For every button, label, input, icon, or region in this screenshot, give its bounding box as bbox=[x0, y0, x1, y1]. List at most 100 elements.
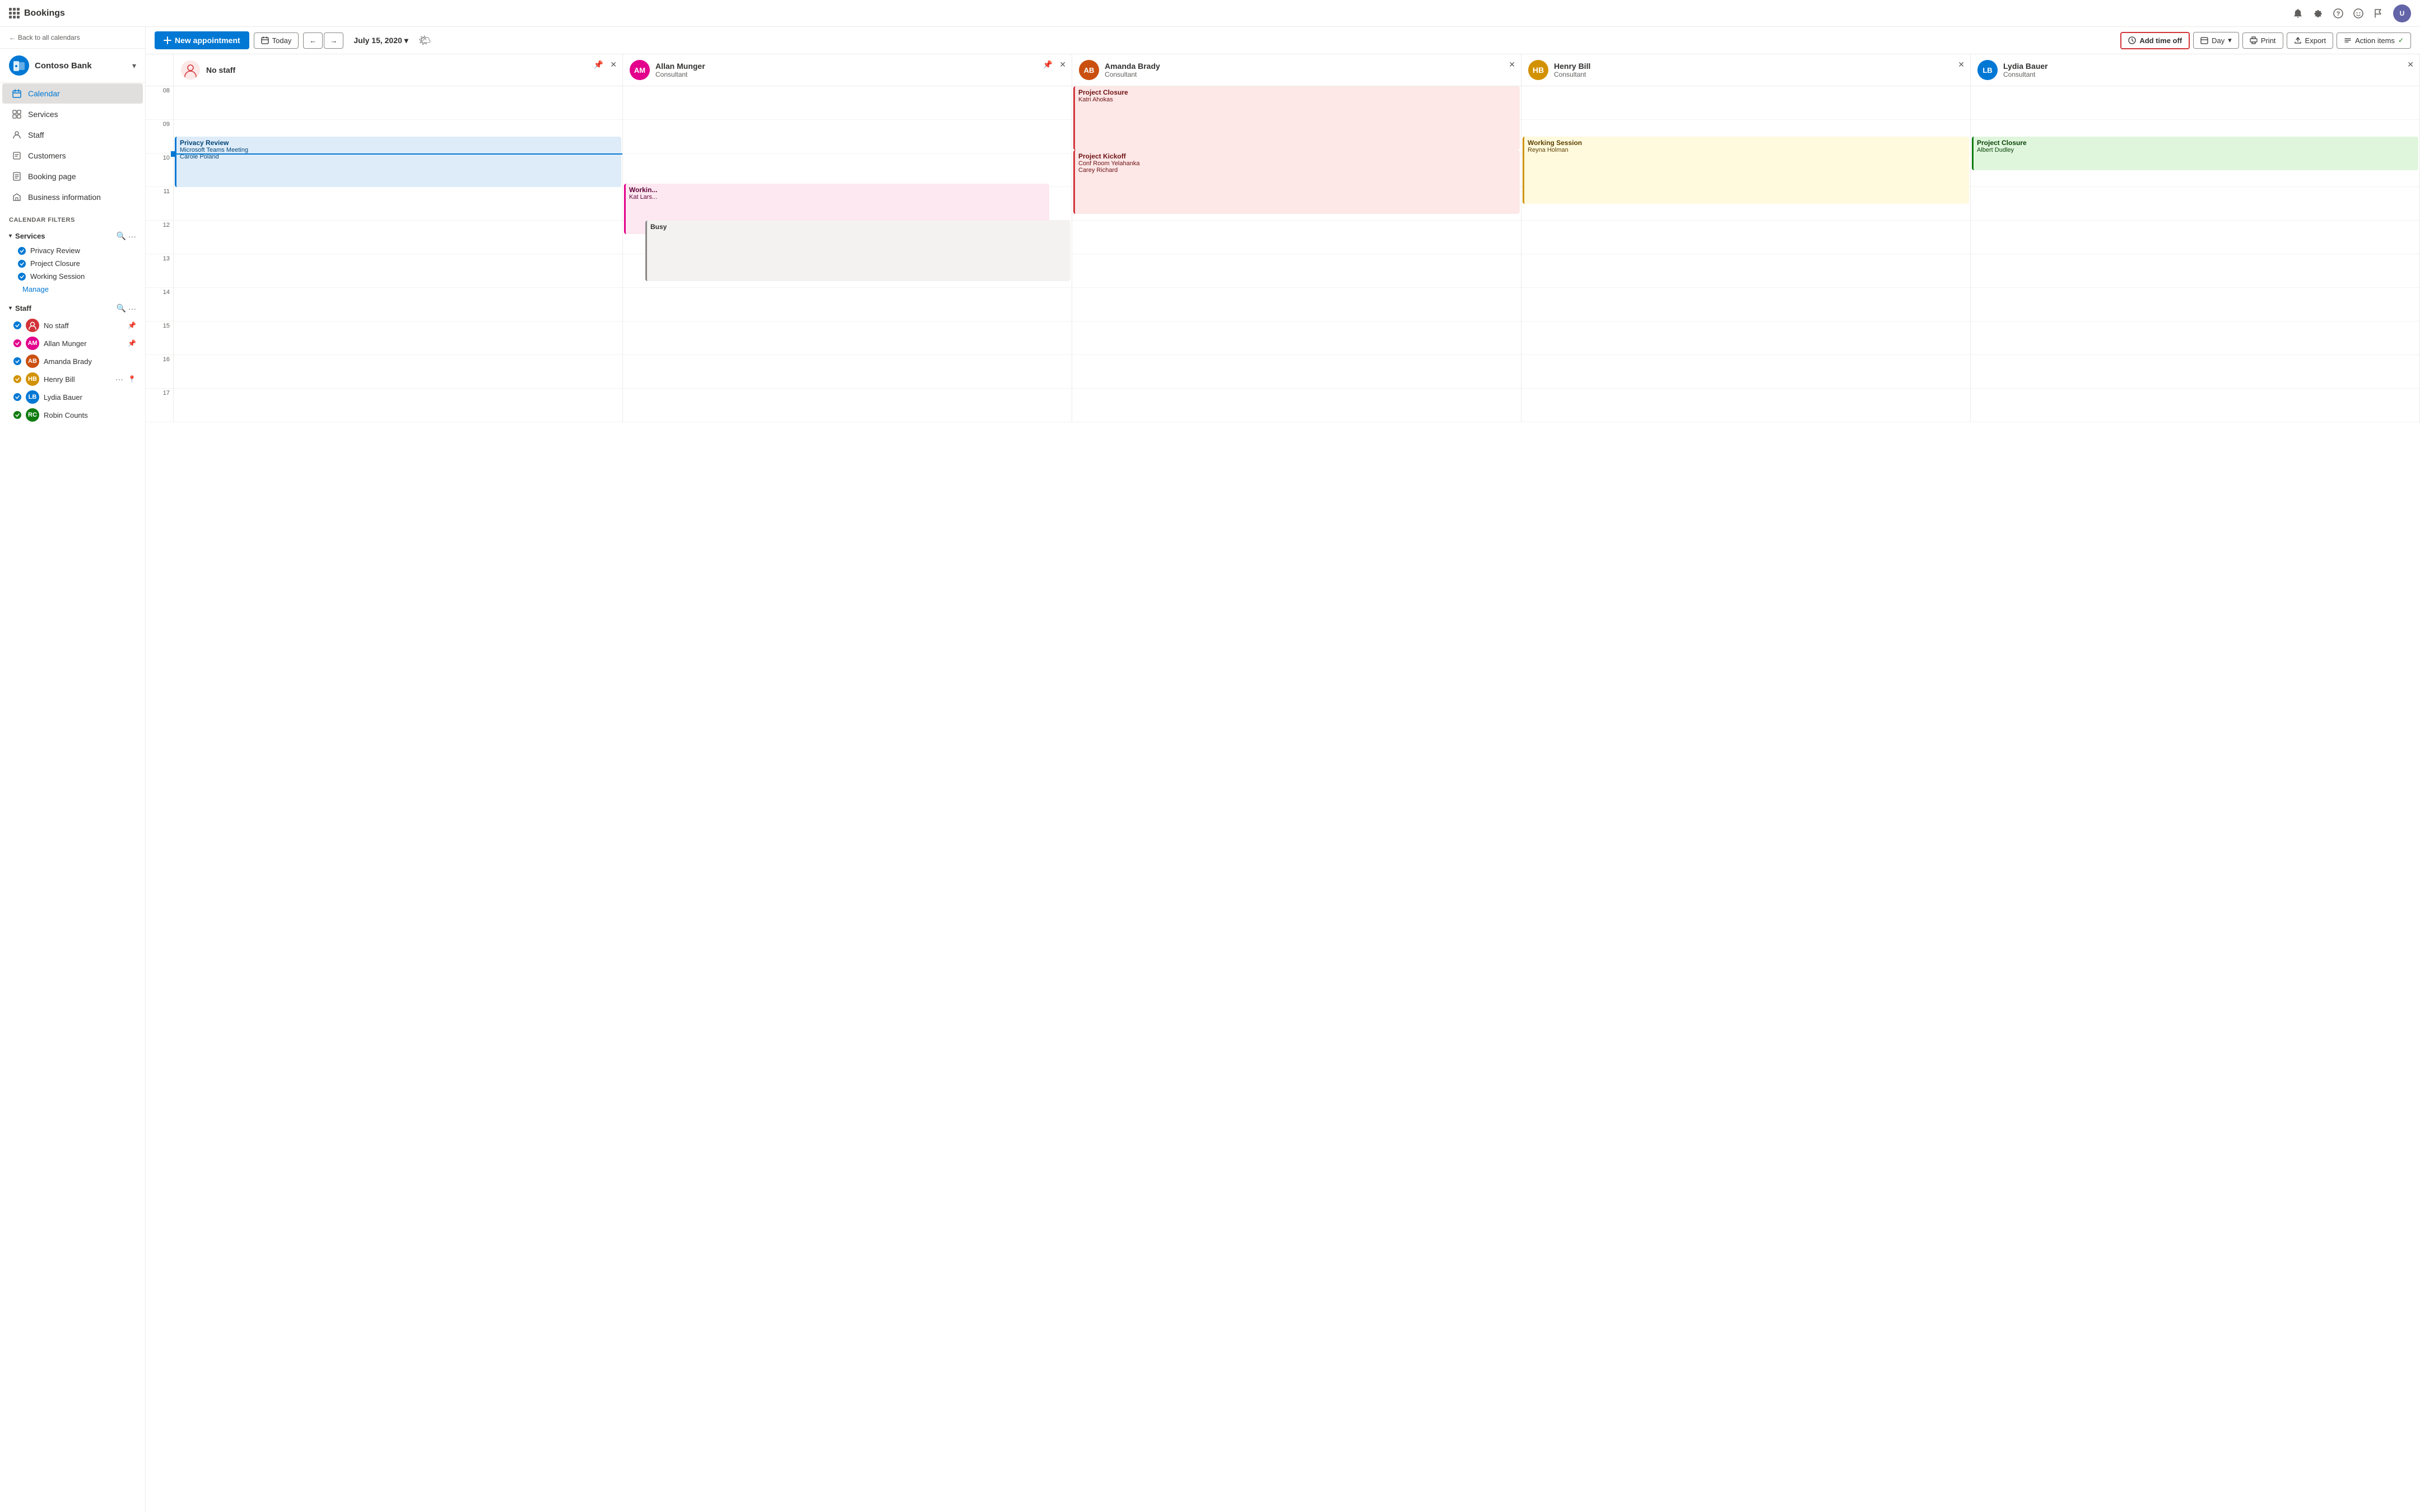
prev-button[interactable]: ← bbox=[303, 32, 323, 49]
flag-icon[interactable] bbox=[2373, 8, 2384, 19]
event-project-closure-amanda[interactable]: Project Closure Katri Ahokas bbox=[1073, 86, 1520, 150]
search-services-icon[interactable]: 🔍 bbox=[117, 231, 126, 241]
henry-col-avatar: HB bbox=[1528, 60, 1548, 80]
event-title: Busy bbox=[650, 223, 1067, 231]
filter-project-closure[interactable]: Project Closure bbox=[4, 257, 141, 270]
service-check-icon bbox=[18, 273, 26, 281]
event-busy-allan[interactable]: Busy bbox=[645, 221, 1071, 281]
staff-filter-lydia[interactable]: LB Lydia Bauer bbox=[4, 388, 141, 406]
henry-pin-outline-icon[interactable]: 📍 bbox=[128, 375, 136, 383]
close-no-staff-button[interactable]: ✕ bbox=[609, 59, 618, 71]
business-info-nav-icon bbox=[11, 192, 22, 203]
nav-item-customers[interactable]: Customers bbox=[2, 146, 143, 166]
manage-services-link[interactable]: Manage bbox=[4, 283, 141, 296]
user-avatar[interactable]: U bbox=[2393, 4, 2411, 22]
event-project-kickoff[interactable]: Project Kickoff Conf Room Yelahanka Care… bbox=[1073, 150, 1520, 214]
nav-item-calendar[interactable]: Calendar bbox=[2, 83, 143, 104]
data-columns: Privacy Review Microsoft Teams Meeting C… bbox=[174, 86, 2420, 422]
calendar-scroll[interactable]: 08 09 10 11 12 13 14 15 16 17 bbox=[146, 86, 2420, 1512]
nav-item-business-info[interactable]: Business information bbox=[2, 187, 143, 207]
top-bar-left: Bookings bbox=[9, 8, 65, 18]
more-services-icon[interactable]: ··· bbox=[128, 232, 136, 241]
time-slot-08: 08 bbox=[146, 86, 173, 120]
close-amanda-button[interactable]: ✕ bbox=[1507, 59, 1516, 71]
staff-filter-henry[interactable]: HB Henry Bill ··· 📍 bbox=[4, 370, 141, 388]
new-appointment-button[interactable]: New appointment bbox=[155, 31, 249, 49]
close-lydia-button[interactable]: ✕ bbox=[2406, 59, 2415, 71]
waffle-icon[interactable] bbox=[9, 8, 20, 18]
close-allan-button[interactable]: ✕ bbox=[1058, 59, 1067, 71]
org-chevron-icon[interactable]: ▾ bbox=[132, 61, 136, 71]
staff-check-icon bbox=[13, 375, 21, 383]
gear-icon[interactable] bbox=[2312, 8, 2324, 19]
date-chevron-icon: ▾ bbox=[404, 36, 408, 45]
search-staff-icon[interactable]: 🔍 bbox=[117, 304, 126, 313]
today-button[interactable]: Today bbox=[254, 32, 299, 49]
top-bar-right: ? U bbox=[2292, 4, 2411, 22]
services-filter-group: ▾ Services 🔍 ··· Privacy Review Project bbox=[0, 226, 145, 298]
add-time-off-button[interactable]: Add time off bbox=[2120, 32, 2190, 49]
pin-allan-button[interactable]: 📌 bbox=[1042, 59, 1054, 71]
amanda-col-avatar: AB bbox=[1079, 60, 1099, 80]
event-project-closure-lydia[interactable]: Project Closure Albert Dudley bbox=[1972, 137, 2418, 170]
staff-check-icon bbox=[13, 357, 21, 365]
main-content: New appointment Today ← → July 15, 2020 … bbox=[146, 27, 2420, 1512]
sidebar: ← Back to all calendars Contoso Bank ▾ C… bbox=[0, 27, 146, 1512]
amanda-col-role: Consultant bbox=[1105, 71, 1160, 78]
more-staff-icon[interactable]: ··· bbox=[128, 304, 136, 313]
data-col-allan[interactable]: Workin... Kat Lars... Busy bbox=[623, 86, 1072, 422]
event-title: Project Kickoff bbox=[1078, 152, 1516, 160]
pin-no-staff-button[interactable]: 📌 bbox=[593, 59, 604, 71]
smiley-icon[interactable] bbox=[2353, 8, 2364, 19]
staff-filter-no-staff[interactable]: No staff 📌 bbox=[4, 316, 141, 334]
day-view-button[interactable]: Day ▾ bbox=[2193, 32, 2239, 49]
staff-filter-group: ▾ Staff 🔍 ··· No staff 📌 bbox=[0, 298, 145, 426]
data-col-lydia[interactable]: Project Closure Albert Dudley bbox=[1971, 86, 2420, 422]
no-staff-pin-icon[interactable]: 📌 bbox=[128, 321, 136, 329]
back-link[interactable]: ← Back to all calendars bbox=[9, 34, 136, 41]
staff-col-header-allan: 📌 ✕ AM Allan Munger Consultant bbox=[623, 54, 1072, 86]
staff-filter-allan[interactable]: AM Allan Munger 📌 bbox=[4, 334, 141, 352]
lydia-col-name: Lydia Bauer bbox=[2003, 62, 2048, 71]
henry-col-name: Henry Bill bbox=[1554, 62, 1590, 71]
staff-check-icon bbox=[13, 393, 21, 401]
allan-avatar: AM bbox=[26, 337, 39, 350]
print-button[interactable]: Print bbox=[2242, 32, 2283, 49]
event-title: Working Session bbox=[1528, 139, 1966, 147]
bell-icon[interactable] bbox=[2292, 8, 2303, 19]
time-gutter-header bbox=[146, 54, 174, 86]
calendar-grid: 08 09 10 11 12 13 14 15 16 17 bbox=[146, 86, 2420, 422]
event-working-session-henry[interactable]: Working Session Reyna Holman bbox=[1523, 137, 1969, 204]
staff-filter-header[interactable]: ▾ Staff 🔍 ··· bbox=[4, 300, 141, 316]
data-col-henry[interactable]: Working Session Reyna Holman bbox=[1521, 86, 1971, 422]
nav-item-services[interactable]: Services bbox=[2, 104, 143, 124]
export-button[interactable]: Export bbox=[2287, 32, 2334, 49]
data-col-no-staff[interactable]: Privacy Review Microsoft Teams Meeting C… bbox=[174, 86, 623, 422]
org-logo bbox=[9, 55, 29, 76]
staff-filter-robin[interactable]: RC Robin Counts bbox=[4, 406, 141, 424]
staff-filter-amanda[interactable]: AB Amanda Brady bbox=[4, 352, 141, 370]
allan-pin-icon[interactable]: 📌 bbox=[128, 339, 136, 347]
nav-item-staff[interactable]: Staff bbox=[2, 125, 143, 145]
next-button[interactable]: → bbox=[324, 32, 343, 49]
staff-check-icon bbox=[13, 339, 21, 347]
calendar-filters-label: CALENDAR FILTERS bbox=[0, 212, 145, 226]
time-slot-09: 09 bbox=[146, 120, 173, 153]
event-privacy-review[interactable]: Privacy Review Microsoft Teams Meeting C… bbox=[175, 137, 621, 187]
no-staff-col-icon bbox=[180, 60, 201, 80]
date-picker[interactable]: July 15, 2020 ▾ bbox=[348, 32, 413, 49]
filter-privacy-review[interactable]: Privacy Review bbox=[4, 244, 141, 257]
time-slot-13: 13 bbox=[146, 254, 173, 288]
amanda-avatar: AB bbox=[26, 354, 39, 368]
action-items-button[interactable]: Action items ✓ bbox=[2337, 32, 2411, 49]
data-col-amanda[interactable]: Project Closure Katri Ahokas Project Kic… bbox=[1072, 86, 1521, 422]
services-filter-header[interactable]: ▾ Services 🔍 ··· bbox=[4, 228, 141, 244]
filter-working-session[interactable]: Working Session bbox=[4, 270, 141, 283]
henry-more-icon[interactable]: ··· bbox=[115, 375, 123, 384]
time-slot-11: 11 bbox=[146, 187, 173, 221]
event-sub2: Carey Richard bbox=[1078, 167, 1516, 174]
org-info[interactable]: Contoso Bank ▾ bbox=[0, 49, 145, 83]
help-icon[interactable]: ? bbox=[2333, 8, 2344, 19]
close-henry-button[interactable]: ✕ bbox=[1957, 59, 1966, 71]
nav-item-booking-page[interactable]: Booking page bbox=[2, 166, 143, 186]
